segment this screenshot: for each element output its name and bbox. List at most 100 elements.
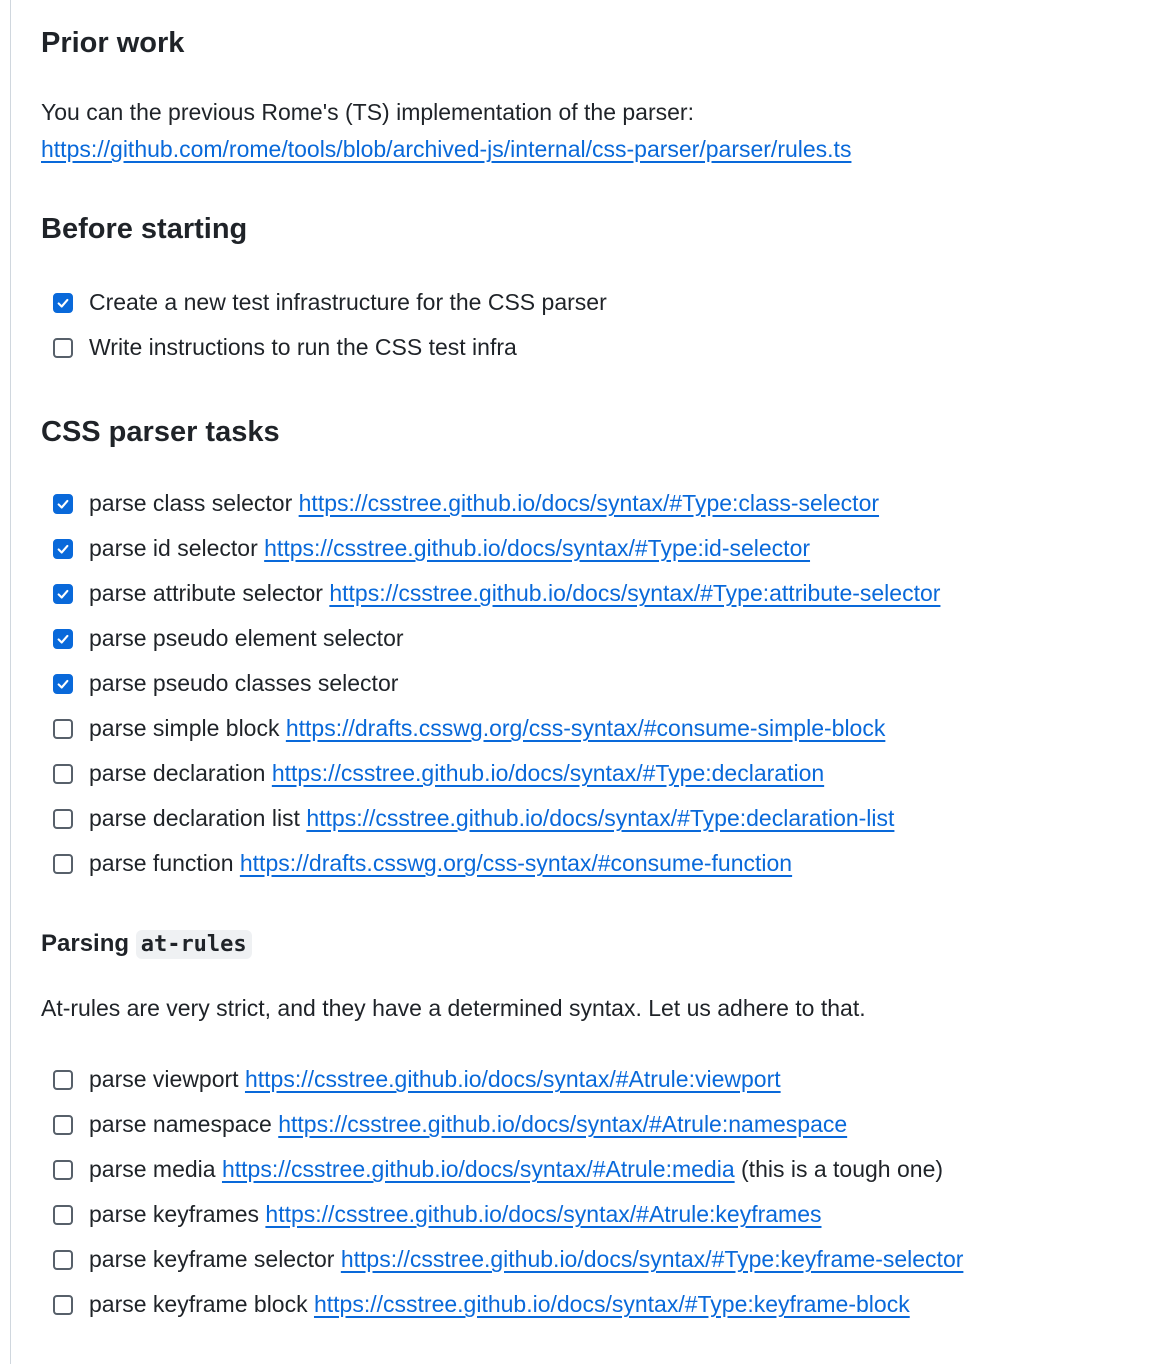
checkbox-checked[interactable] <box>53 673 73 694</box>
task-label: parse attribute selector <box>89 580 323 606</box>
task-list-item: parse keyframe selector https://csstree.… <box>53 1237 963 1282</box>
checkbox-checked[interactable] <box>53 538 73 559</box>
task-list-item: parse declaration https://csstree.github… <box>53 751 940 796</box>
task-list-item: parse keyframes https://csstree.github.i… <box>53 1192 963 1237</box>
checkbox-unchecked[interactable] <box>53 808 73 829</box>
checkbox-checked[interactable] <box>53 493 73 514</box>
checkbox-unchecked[interactable] <box>53 1159 73 1180</box>
task-list-item: parse namespace https://csstree.github.i… <box>53 1102 963 1147</box>
task-list-item: parse declaration list https://csstree.g… <box>53 796 940 841</box>
task-label: parse keyframe selector <box>89 1246 335 1272</box>
task-text: parse declaration https://csstree.github… <box>89 760 824 787</box>
task-text: parse pseudo element selector <box>89 625 404 652</box>
task-text: parse declaration list https://csstree.g… <box>89 805 894 832</box>
checkbox-unchecked[interactable] <box>53 337 73 358</box>
task-link[interactable]: https://csstree.github.io/docs/syntax/#A… <box>245 1066 781 1092</box>
task-list-item: Write instructions to run the CSS test i… <box>53 325 607 370</box>
task-link[interactable]: https://csstree.github.io/docs/syntax/#T… <box>314 1291 910 1317</box>
task-text: parse attribute selector https://csstree… <box>89 580 940 607</box>
task-list-item: parse media https://csstree.github.io/do… <box>53 1147 963 1192</box>
at-rules-text: At-rules are very strict, and they have … <box>41 995 866 1021</box>
task-link[interactable]: https://csstree.github.io/docs/syntax/#T… <box>341 1246 964 1272</box>
heading-at-rules-code: at-rules <box>135 930 252 959</box>
checkmark-icon <box>57 589 69 599</box>
task-label: parse media <box>89 1156 216 1182</box>
task-label: parse simple block <box>89 715 280 741</box>
issue-body: Prior work You can the previous Rome's (… <box>0 0 1160 1364</box>
checkbox-unchecked[interactable] <box>53 1204 73 1225</box>
task-text: parse id selector https://csstree.github… <box>89 535 810 562</box>
checkbox-checked[interactable] <box>53 583 73 604</box>
task-text: parse keyframes https://csstree.github.i… <box>89 1201 822 1228</box>
task-list-item: parse class selector https://csstree.git… <box>53 481 940 526</box>
checkbox-unchecked[interactable] <box>53 763 73 784</box>
task-link[interactable]: https://csstree.github.io/docs/syntax/#A… <box>222 1156 735 1182</box>
checkmark-icon <box>57 499 69 509</box>
task-link[interactable]: https://csstree.github.io/docs/syntax/#T… <box>272 760 824 786</box>
task-text: parse simple block https://drafts.csswg.… <box>89 715 885 742</box>
checkmark-icon <box>57 298 69 308</box>
task-text: parse function https://drafts.csswg.org/… <box>89 850 792 877</box>
task-label: parse declaration <box>89 760 266 786</box>
heading-css-parser-tasks: CSS parser tasks <box>41 416 280 448</box>
checkbox-unchecked[interactable] <box>53 1249 73 1270</box>
task-label: parse id selector <box>89 535 258 561</box>
task-list-item: Create a new test infrastructure for the… <box>53 280 607 325</box>
task-text: parse namespace https://csstree.github.i… <box>89 1111 847 1138</box>
task-label: parse keyframe block <box>89 1291 308 1317</box>
task-text: Write instructions to run the CSS test i… <box>89 334 517 361</box>
task-list-item: parse id selector https://csstree.github… <box>53 526 940 571</box>
heading-parsing-prefix: Parsing <box>41 930 130 957</box>
before-starting-task-list: Create a new test infrastructure for the… <box>53 280 607 370</box>
task-list-item: parse function https://drafts.csswg.org/… <box>53 841 940 886</box>
left-divider <box>10 0 11 1364</box>
task-text: Create a new test infrastructure for the… <box>89 289 607 316</box>
task-link[interactable]: https://csstree.github.io/docs/syntax/#A… <box>278 1111 847 1137</box>
task-list-item: parse simple block https://drafts.csswg.… <box>53 706 940 751</box>
task-text: parse viewport https://csstree.github.io… <box>89 1066 781 1093</box>
task-list-item: parse pseudo element selector <box>53 616 940 661</box>
checkbox-unchecked[interactable] <box>53 1294 73 1315</box>
heading-before-starting: Before starting <box>41 213 248 245</box>
checkbox-unchecked[interactable] <box>53 853 73 874</box>
at-rules-task-list: parse viewport https://csstree.github.io… <box>53 1057 963 1327</box>
checkmark-icon <box>57 544 69 554</box>
task-list-item: parse keyframe block https://csstree.git… <box>53 1282 963 1327</box>
checkmark-icon <box>57 634 69 644</box>
task-list-item: parse viewport https://csstree.github.io… <box>53 1057 963 1102</box>
task-link[interactable]: https://csstree.github.io/docs/syntax/#A… <box>265 1201 821 1227</box>
task-link[interactable]: https://csstree.github.io/docs/syntax/#T… <box>329 580 940 606</box>
checkmark-icon <box>57 679 69 689</box>
heading-prior-work: Prior work <box>41 27 185 59</box>
css-parser-task-list: parse class selector https://csstree.git… <box>53 481 940 886</box>
task-label: parse class selector <box>89 490 293 516</box>
prior-work-link-line: https://github.com/rome/tools/blob/archi… <box>41 131 851 168</box>
task-text: parse keyframe block https://csstree.git… <box>89 1291 910 1318</box>
task-text: parse class selector https://csstree.git… <box>89 490 879 517</box>
task-link[interactable]: https://csstree.github.io/docs/syntax/#T… <box>306 805 894 831</box>
task-label: Write instructions to run the CSS test i… <box>89 334 517 360</box>
task-label: parse namespace <box>89 1111 272 1137</box>
task-text: parse media https://csstree.github.io/do… <box>89 1156 943 1183</box>
task-list-item: parse pseudo classes selector <box>53 661 940 706</box>
task-label: parse pseudo element selector <box>89 625 404 651</box>
prior-work-link[interactable]: https://github.com/rome/tools/blob/archi… <box>41 136 851 162</box>
task-list-item: parse attribute selector https://csstree… <box>53 571 940 616</box>
task-link[interactable]: https://drafts.csswg.org/css-syntax/#con… <box>286 715 885 741</box>
task-link[interactable]: https://csstree.github.io/docs/syntax/#T… <box>264 535 810 561</box>
checkbox-unchecked[interactable] <box>53 1069 73 1090</box>
checkbox-checked[interactable] <box>53 292 73 313</box>
task-suffix: (this is a tough one) <box>741 1156 944 1182</box>
checkbox-unchecked[interactable] <box>53 718 73 739</box>
task-label: parse pseudo classes selector <box>89 670 399 696</box>
task-text: parse keyframe selector https://csstree.… <box>89 1246 963 1273</box>
task-link[interactable]: https://csstree.github.io/docs/syntax/#T… <box>299 490 879 516</box>
task-label: Create a new test infrastructure for the… <box>89 289 607 315</box>
task-link[interactable]: https://drafts.csswg.org/css-syntax/#con… <box>240 850 792 876</box>
task-label: parse function <box>89 850 234 876</box>
task-text: parse pseudo classes selector <box>89 670 398 697</box>
checkbox-unchecked[interactable] <box>53 1114 73 1135</box>
prior-work-text: You can the previous Rome's (TS) impleme… <box>41 99 694 125</box>
checkbox-checked[interactable] <box>53 628 73 649</box>
task-label: parse viewport <box>89 1066 239 1092</box>
